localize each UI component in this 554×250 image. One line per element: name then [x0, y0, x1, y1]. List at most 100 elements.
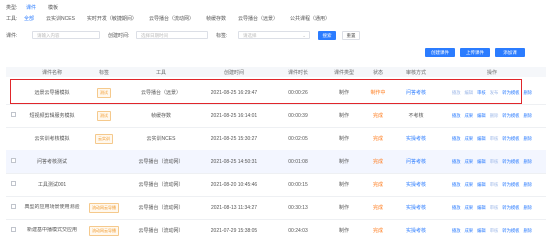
to-template-link[interactable]: 转为模板: [502, 159, 519, 165]
results-link[interactable]: 成果: [465, 159, 474, 165]
delete-link[interactable]: 删除: [523, 136, 532, 142]
table-row: 问答考核测试 云导播台（流动网） 2021-08-25 14:50:31 00:…: [6, 150, 546, 174]
row-checkbox[interactable]: [10, 204, 16, 209]
delete-link[interactable]: 删除: [523, 228, 532, 234]
tool-option-nces[interactable]: 云实训NCES: [46, 15, 75, 22]
results-link[interactable]: 成果: [465, 113, 474, 119]
row-checkbox[interactable]: [10, 181, 16, 186]
play-link[interactable]: 播放: [452, 205, 461, 211]
table-row: 工具测试001 云导播台（流动网） 2021-08-20 10:45:46 00…: [6, 173, 546, 197]
to-template-link[interactable]: 转为模板: [502, 205, 519, 211]
row-review: 不考核: [408, 113, 424, 119]
row-tool: 云导播台（流动网）: [138, 182, 184, 188]
row-name: 工具测试001: [37, 182, 67, 188]
course-search-input[interactable]: 请输入内容: [32, 31, 100, 39]
header-duration: 课件时长: [287, 69, 308, 76]
play-link[interactable]: 播放: [452, 113, 461, 119]
add-course-button[interactable]: 添加课: [495, 48, 525, 57]
reset-button[interactable]: 重置: [342, 30, 360, 40]
delete-link[interactable]: 删除: [523, 159, 532, 165]
tool-option-cloud-director-far[interactable]: 云导播台（远景）: [238, 15, 278, 22]
edit-link[interactable]: 编辑: [477, 136, 486, 142]
review-link[interactable]: 审核: [490, 159, 499, 165]
tool-option-public-course[interactable]: 公共课程（通用）: [290, 15, 330, 22]
row-checkbox[interactable]: [10, 227, 16, 232]
tag-select-placeholder: 请选择: [243, 33, 257, 38]
results-link[interactable]: 成果: [465, 205, 474, 211]
type-option-course[interactable]: 课件: [26, 4, 36, 11]
delete-link[interactable]: 删除: [523, 113, 532, 119]
to-template-link[interactable]: 转为模板: [502, 113, 519, 119]
row-review[interactable]: 实操考核: [394, 135, 438, 142]
created-filter-label: 创建时间:: [108, 32, 130, 39]
row-checkbox[interactable]: [10, 112, 16, 117]
tool-filter-row: 工具: 全部 云实训NCES 实时开发（敏捷期间） 云导播台（流动网） 帧缓存数…: [6, 14, 342, 22]
create-course-button[interactable]: 创建课件: [425, 48, 455, 57]
delete-link[interactable]: 删除: [523, 90, 532, 96]
delete-link[interactable]: 删除: [523, 205, 532, 211]
edit-link[interactable]: 编辑: [477, 159, 486, 165]
row-created: 2021-08-20 10:45:46: [210, 181, 258, 188]
row-tag-cell: 云实训: [84, 133, 124, 144]
to-template-link[interactable]: 转为模板: [502, 228, 519, 234]
created-date-input[interactable]: 选择日期时间: [136, 31, 208, 39]
row-duration: 00:01:08: [288, 158, 308, 165]
tool-option-frame-cache[interactable]: 帧缓存数: [206, 15, 226, 22]
delete-link[interactable]: 删除: [523, 182, 532, 188]
play-link[interactable]: 播放: [452, 159, 461, 165]
row-name: 云实训考核模拟: [34, 136, 70, 142]
row-created: 2021-08-25 14:50:31: [210, 158, 258, 165]
table-row: 短视频剪辑服务模拟 测试 帧缓存数 2021-08-25 16:14:01 00…: [6, 104, 546, 128]
search-filter-row: 课件: 请输入内容 创建时间: 选择日期时间 标签: 请选择 ⌄ 搜索 重置: [6, 30, 360, 40]
row-checkbox[interactable]: [10, 158, 16, 163]
results-link[interactable]: 成果: [465, 182, 474, 188]
results-link[interactable]: 成果: [465, 228, 474, 234]
play-link[interactable]: 播放: [452, 136, 461, 142]
course-table: 课件名称 标签 工具 创建时间 课件时长 课件类型 状态 审核方式 操作: [6, 67, 546, 77]
course-filter-label: 课件:: [6, 32, 18, 39]
play-link[interactable]: 播放: [452, 228, 461, 234]
row-tag-cell: 测试: [84, 110, 124, 121]
row-review[interactable]: 实操考核: [394, 227, 438, 234]
row-ops: 播放 成果 编辑 审核 转为模板 删除: [438, 136, 546, 142]
review-link[interactable]: 删除: [490, 113, 499, 119]
row-review[interactable]: 实操考核: [394, 181, 438, 188]
review-link[interactable]: 审核: [490, 136, 499, 142]
row-duration: 00:30:13: [288, 204, 308, 211]
row-type: 制作: [338, 228, 349, 234]
table-row: 云实训考核模拟 云实训 云实训NCES 2021-08-25 15:30:27 …: [6, 127, 546, 151]
row-status: 完成: [372, 228, 383, 234]
review-link[interactable]: 审核: [490, 205, 499, 211]
header-created: 创建时间: [223, 69, 244, 76]
row-ops: 播放 成果 编辑 删除 转为模板 删除: [438, 113, 546, 119]
row-tag-cell: 流动网云导播: [84, 225, 124, 236]
type-filter-row: 类型: 课件 模板: [6, 3, 70, 11]
upload-course-button[interactable]: 上传课件: [460, 48, 490, 57]
edit-link[interactable]: 编辑: [477, 113, 486, 119]
row-name: 典型的应用场景使用测验: [24, 204, 80, 210]
tool-option-cloud-director-flow[interactable]: 云导播台（流动网）: [149, 15, 194, 22]
row-tool: 云实训NCES: [146, 136, 176, 142]
tool-option-realtime[interactable]: 实时开发（敏捷期间）: [87, 15, 137, 22]
search-button[interactable]: 搜索: [318, 30, 336, 40]
row-review[interactable]: 问答考核: [394, 158, 438, 165]
to-template-link[interactable]: 转为模板: [502, 136, 519, 142]
play-link[interactable]: 播放: [452, 182, 461, 188]
edit-link[interactable]: 编辑: [477, 228, 486, 234]
table-row: 新建基中播模式交应用 流动网云导播 云导播台（流动网） 2021-07-29 1…: [6, 219, 546, 242]
review-link[interactable]: 审核: [490, 228, 499, 234]
results-link[interactable]: 成果: [465, 136, 474, 142]
header-tool: 工具: [155, 69, 166, 76]
edit-link[interactable]: 编辑: [477, 182, 486, 188]
type-option-template[interactable]: 模板: [48, 4, 58, 11]
edit-link[interactable]: 编辑: [477, 205, 486, 211]
row-tag: 云实训: [95, 133, 113, 144]
row-status: 完成: [372, 205, 383, 211]
tag-select[interactable]: 请选择 ⌄: [238, 31, 310, 39]
to-template-link[interactable]: 转为模板: [502, 182, 519, 188]
row-review[interactable]: 实操考核: [394, 204, 438, 211]
review-link[interactable]: 审核: [490, 182, 499, 188]
row-checkbox-cell: [6, 204, 20, 211]
tool-option-all[interactable]: 全部: [24, 15, 34, 22]
row-checkbox-cell: [6, 112, 20, 119]
